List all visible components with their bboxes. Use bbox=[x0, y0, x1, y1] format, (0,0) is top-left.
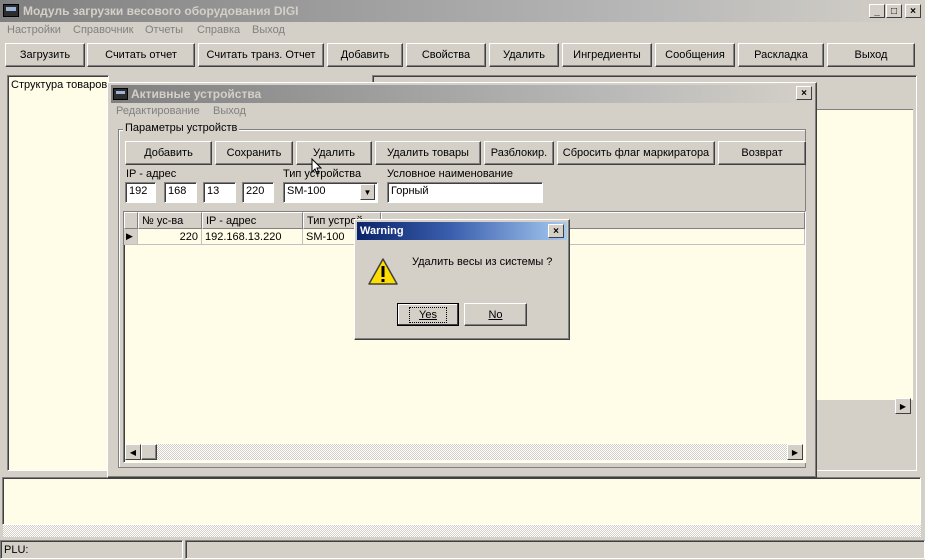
ip-octet-4[interactable]: 220 bbox=[242, 182, 274, 203]
devices-title: Активные устройства bbox=[131, 87, 262, 101]
device-type-value: SM-100 bbox=[287, 185, 326, 197]
cell-device-num: 220 bbox=[138, 229, 202, 245]
menu-editing[interactable]: Редактирование bbox=[116, 105, 200, 117]
main-grid-area[interactable] bbox=[815, 110, 913, 400]
log-area bbox=[2, 477, 921, 525]
minimize-icon[interactable]: _ bbox=[869, 4, 885, 18]
status-bar-right bbox=[185, 540, 925, 559]
yes-button-label: Yes bbox=[409, 306, 447, 323]
row-selector-icon: ▶ bbox=[124, 229, 138, 245]
no-button-label: No bbox=[488, 308, 503, 321]
warning-title: Warning bbox=[360, 225, 404, 237]
table-row-selector-header bbox=[124, 212, 138, 229]
main-title: Модуль загрузки весового оборудования DI… bbox=[23, 4, 299, 18]
devices-window-icon bbox=[113, 88, 128, 100]
properties-button[interactable]: Свойства bbox=[406, 43, 486, 67]
ip-label: IP - адрес bbox=[126, 168, 177, 180]
warning-icon bbox=[368, 258, 398, 285]
scroll-left-icon[interactable]: ◀ bbox=[125, 444, 141, 460]
cell-ip-address: 192.168.13.220 bbox=[202, 229, 303, 245]
device-type-select[interactable]: SM-100 ▼ bbox=[283, 182, 378, 203]
read-trans-report-button[interactable]: Считать транз. Отчет bbox=[198, 43, 324, 67]
app-icon bbox=[3, 4, 19, 17]
delete-button[interactable]: Удалить bbox=[489, 43, 559, 67]
layout-button[interactable]: Раскладка bbox=[738, 43, 824, 67]
status-bar: PLU: bbox=[0, 540, 183, 559]
messages-button[interactable]: Сообщения bbox=[655, 43, 735, 67]
warning-dialog: Warning × Удалить весы из системы ? Yes … bbox=[354, 219, 570, 340]
col-ip-address[interactable]: IP - адрес bbox=[202, 212, 303, 229]
menu-help[interactable]: Справка bbox=[197, 24, 240, 36]
ip-octet-3[interactable]: 13 bbox=[203, 182, 236, 203]
device-save-button[interactable]: Сохранить bbox=[215, 141, 293, 165]
main-menubar: Настройки Справочник Отчеты Справка Выхо… bbox=[0, 22, 925, 40]
scroll-right-icon[interactable]: ▶ bbox=[787, 444, 803, 460]
device-name-label: Условное наименование bbox=[387, 168, 514, 180]
read-report-button[interactable]: Считать отчет bbox=[87, 43, 195, 67]
return-button[interactable]: Возврат bbox=[718, 141, 806, 165]
group-title: Параметры устройств bbox=[123, 122, 240, 134]
product-structure-panel[interactable]: Структура товаров bbox=[7, 75, 109, 471]
ingredients-button[interactable]: Ингредиенты bbox=[562, 43, 652, 67]
main-titlebar: Модуль загрузки весового оборудования DI… bbox=[0, 0, 925, 22]
device-add-button[interactable]: Добавить bbox=[125, 141, 212, 165]
exit-button[interactable]: Выход bbox=[827, 43, 915, 67]
unblock-button[interactable]: Разблокир. bbox=[484, 141, 554, 165]
product-structure-title: Структура товаров bbox=[11, 79, 108, 91]
ip-octet-1[interactable]: 192 bbox=[125, 182, 156, 203]
warning-message: Удалить весы из системы ? bbox=[412, 256, 553, 268]
menu-exit[interactable]: Выход bbox=[252, 24, 285, 36]
yes-button[interactable]: Yes bbox=[397, 303, 459, 326]
col-device-num[interactable]: № ус-ва bbox=[138, 212, 202, 229]
reset-marker-flag-button[interactable]: Сбросить флаг маркиратора bbox=[557, 141, 715, 165]
menu-reports[interactable]: Отчеты bbox=[145, 24, 183, 36]
devices-titlebar: Активные устройства × bbox=[111, 85, 813, 103]
menu-devices-exit[interactable]: Выход bbox=[213, 105, 246, 117]
device-type-label: Тип устройства bbox=[283, 168, 362, 180]
warning-titlebar: Warning × bbox=[357, 222, 567, 240]
bottom-hscroll-track[interactable] bbox=[3, 525, 921, 537]
menu-reference[interactable]: Справочник bbox=[73, 24, 134, 36]
scroll-right-icon[interactable]: ▶ bbox=[895, 398, 911, 414]
hscroll-track[interactable] bbox=[157, 444, 787, 460]
plu-label: PLU: bbox=[4, 544, 29, 556]
add-button[interactable]: Добавить bbox=[327, 43, 403, 67]
close-icon[interactable]: × bbox=[548, 224, 564, 238]
maximize-icon[interactable]: □ bbox=[886, 4, 902, 18]
chevron-down-icon[interactable]: ▼ bbox=[360, 184, 375, 200]
close-icon[interactable]: × bbox=[905, 4, 921, 18]
device-delete-button[interactable]: Удалить bbox=[296, 141, 372, 165]
menu-settings[interactable]: Настройки bbox=[7, 24, 61, 36]
load-button[interactable]: Загрузить bbox=[5, 43, 85, 67]
close-icon[interactable]: × bbox=[796, 86, 812, 100]
hscroll-thumb[interactable] bbox=[141, 444, 157, 460]
delete-products-button[interactable]: Удалить товары bbox=[375, 141, 481, 165]
device-name-field[interactable]: Горный bbox=[387, 182, 543, 203]
no-button[interactable]: No bbox=[464, 303, 527, 326]
ip-octet-2[interactable]: 168 bbox=[164, 182, 197, 203]
